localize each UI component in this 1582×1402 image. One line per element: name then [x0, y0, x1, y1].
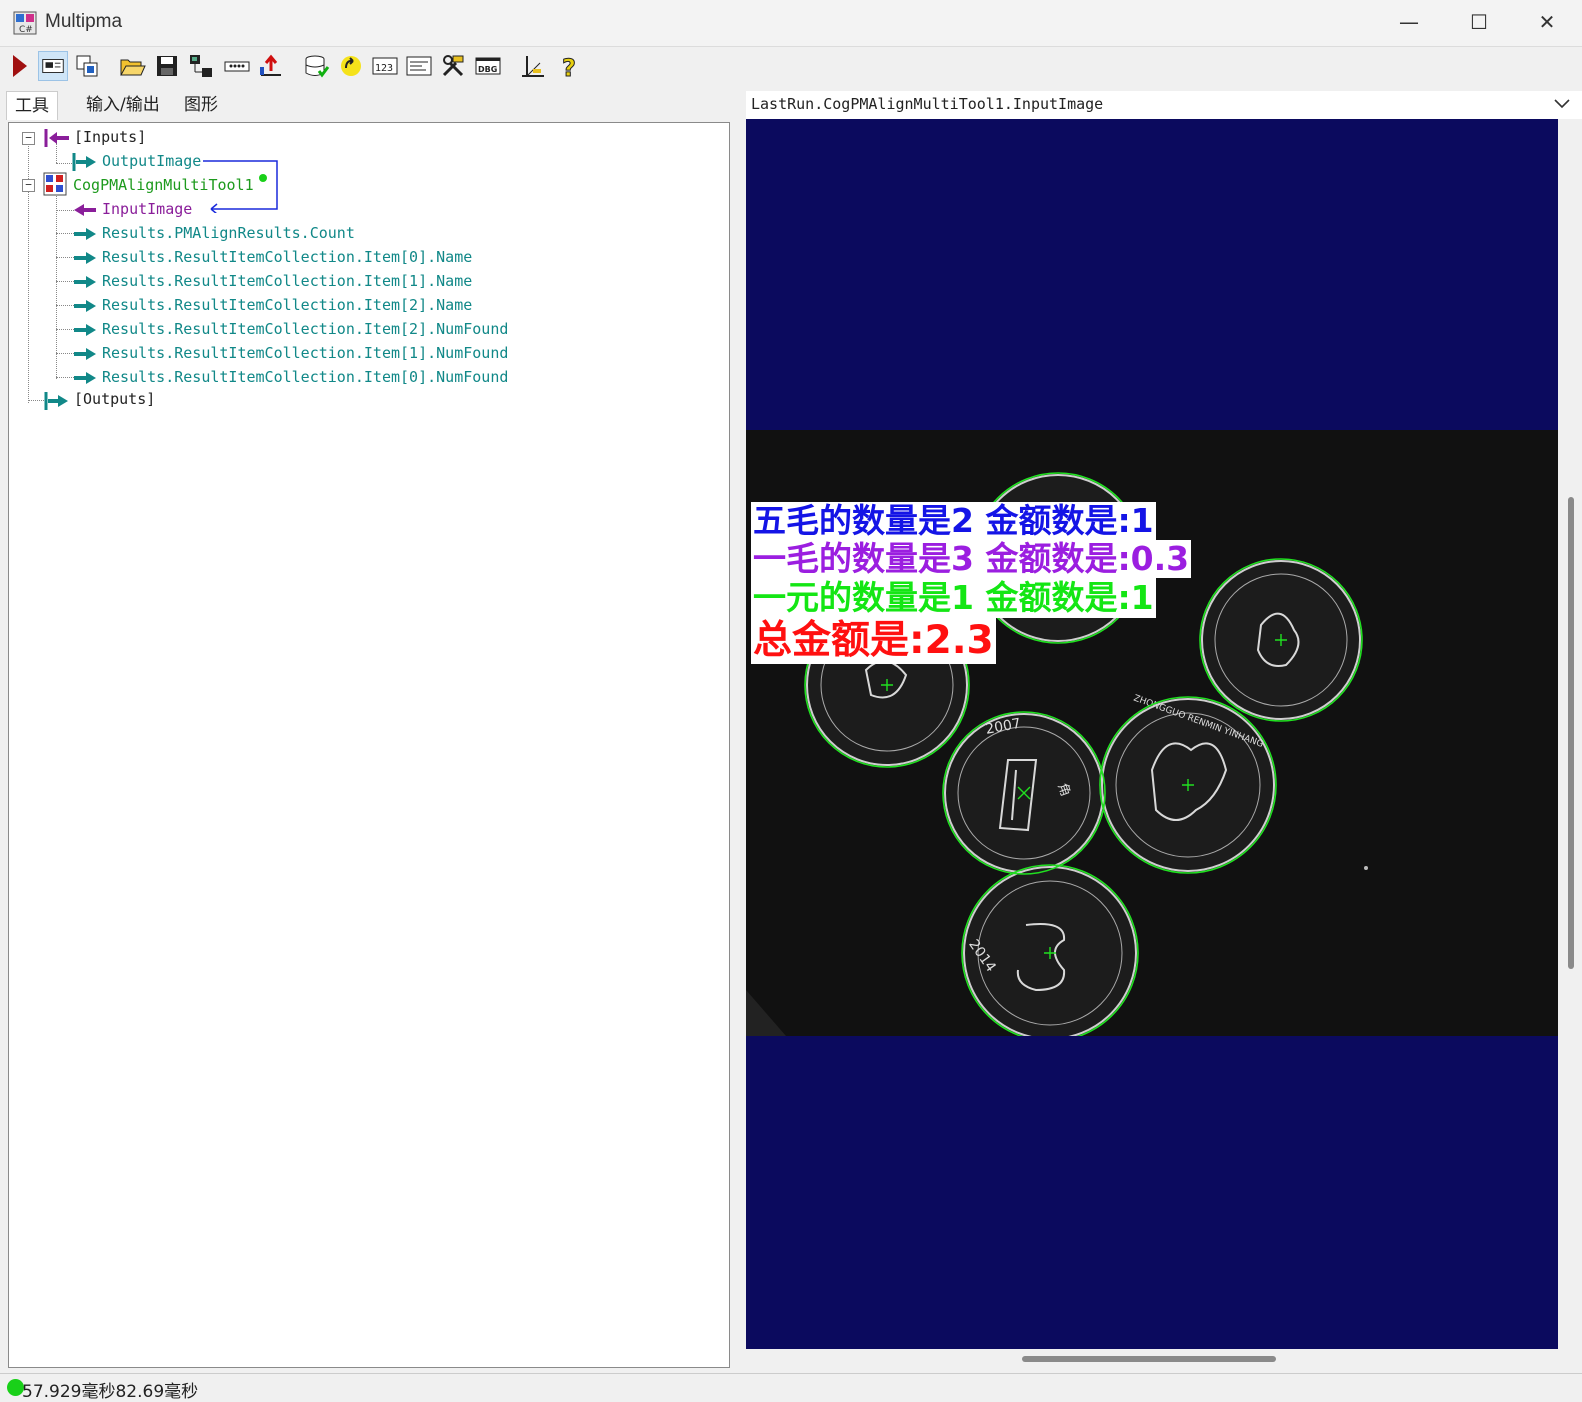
output-arrow-icon	[74, 324, 96, 336]
tool-tree: − − [Inputs] OutputImage CogPMAlignMulti…	[8, 122, 730, 1368]
run-icon[interactable]	[4, 51, 34, 81]
copy-icon[interactable]	[72, 51, 102, 81]
output-arrow-icon	[74, 252, 96, 264]
database-icon[interactable]	[301, 51, 331, 81]
debug-icon[interactable]: DBG	[473, 51, 503, 81]
svg-text:123: 123	[375, 63, 393, 74]
overlay-half-yuan: 五毛的数量是2 金额数是:1	[751, 501, 1156, 540]
input-link-icon	[74, 204, 96, 216]
pmalign-tool-icon	[43, 172, 67, 196]
output-arrow-icon	[74, 276, 96, 288]
vertical-scroll-thumb[interactable]	[1568, 497, 1574, 969]
maximize-button[interactable]: ☐	[1444, 0, 1514, 46]
dots-icon[interactable]	[222, 51, 252, 81]
inputs-label[interactable]: [Inputs]	[74, 126, 146, 148]
network-icon[interactable]	[186, 51, 216, 81]
output-arrow-icon	[74, 372, 96, 384]
form-icon[interactable]	[404, 51, 434, 81]
result-node[interactable]: Results.ResultItemCollection.Item[0].Nam…	[102, 246, 472, 268]
display-icon[interactable]	[38, 51, 68, 81]
output-image-node[interactable]: OutputImage	[102, 150, 201, 172]
tab-graphics[interactable]: 图形	[176, 91, 226, 119]
overlay-yuan: 一元的数量是1 金额数是:1	[751, 578, 1156, 618]
tab-tools[interactable]: 工具	[6, 91, 58, 120]
inputs-icon	[44, 129, 69, 147]
help-icon[interactable]: ?	[554, 51, 584, 82]
input-image-node[interactable]: InputImage	[102, 198, 192, 220]
refresh-icon[interactable]	[336, 51, 366, 81]
measure-icon[interactable]	[518, 51, 548, 81]
result-node[interactable]: Results.ResultItemCollection.Item[2].Num…	[102, 318, 508, 340]
import-icon[interactable]	[256, 51, 286, 81]
result-node[interactable]: Results.PMAlignResults.Count	[102, 222, 355, 244]
status-text: 57.929毫秒82.69毫秒	[22, 1382, 199, 1402]
svg-text:C#: C#	[19, 25, 33, 35]
result-node[interactable]: Results.ResultItemCollection.Item[1].Num…	[102, 342, 508, 364]
result-node[interactable]: Results.ResultItemCollection.Item[2].Nam…	[102, 294, 472, 316]
app-icon: C#	[13, 11, 37, 35]
result-node[interactable]: Results.ResultItemCollection.Item[0].Num…	[102, 366, 508, 388]
tool-node[interactable]: CogPMAlignMultiTool1	[73, 174, 254, 196]
tools-icon[interactable]	[438, 51, 468, 81]
outputs-label[interactable]: [Outputs]	[74, 388, 155, 410]
window-title: Multipma	[45, 11, 123, 32]
status-bar	[0, 1373, 1582, 1402]
collapse-inputs-toggle[interactable]: −	[22, 132, 35, 145]
svg-text:DBG: DBG	[478, 65, 497, 74]
chevron-down-icon[interactable]	[1553, 97, 1571, 111]
tree-line	[56, 193, 57, 379]
output-arrow-icon	[74, 300, 96, 312]
outputs-icon	[44, 392, 68, 410]
collapse-tool-toggle[interactable]: −	[22, 179, 35, 192]
image-selector-value: LastRun.CogPMAlignMultiTool1.InputImage	[751, 95, 1104, 113]
overlay-jiao: 一毛的数量是3 金额数是:0.3	[751, 539, 1192, 578]
output-arrow-icon	[74, 348, 96, 360]
tool-status-dot	[259, 174, 267, 182]
horizontal-scroll-thumb[interactable]	[1022, 1356, 1276, 1362]
open-folder-icon[interactable]	[117, 51, 147, 81]
title-bar: C# Multipma — ☐ ✕	[0, 0, 1582, 47]
image-viewer[interactable]: 2007 角 ZHONGGUO RENMIN YINHANG 2014 五毛的数…	[746, 119, 1558, 1349]
numeric-icon[interactable]: 123	[370, 51, 400, 81]
toolbar: 123 DBG ?	[0, 47, 1582, 87]
result-node[interactable]: Results.ResultItemCollection.Item[1].Nam…	[102, 270, 472, 292]
save-icon[interactable]	[152, 51, 182, 81]
overlay-total: 总金额是:2.3	[751, 618, 996, 664]
close-button[interactable]: ✕	[1512, 0, 1582, 46]
svg-text:?: ?	[562, 54, 576, 81]
output-arrow-icon	[74, 228, 96, 240]
output-link-icon	[72, 153, 96, 171]
minimize-button[interactable]: —	[1374, 0, 1444, 46]
tab-input-output[interactable]: 输入/输出	[78, 91, 168, 119]
